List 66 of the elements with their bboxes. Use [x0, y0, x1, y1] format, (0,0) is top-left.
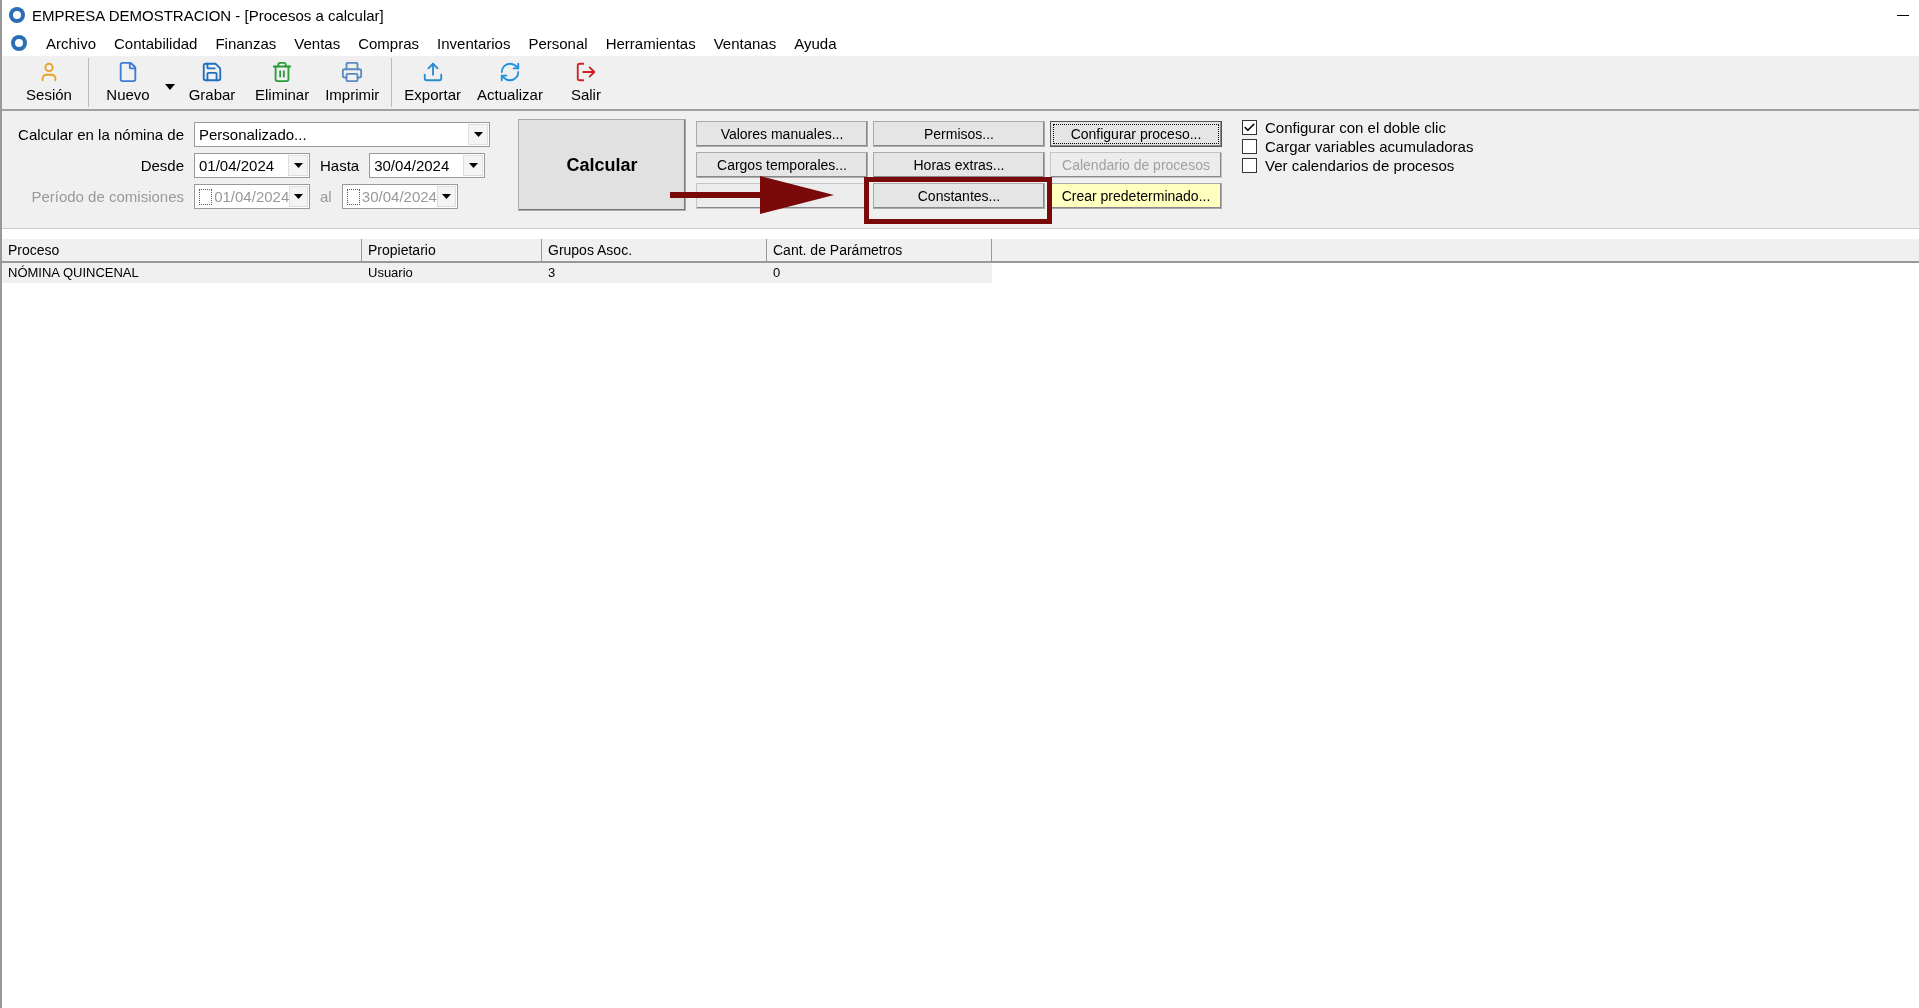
menu-item[interactable]: Herramientas	[605, 34, 696, 52]
checkbox[interactable]	[1242, 158, 1257, 173]
action-button[interactable]: Valores manuales...	[696, 121, 868, 147]
arrow-icon	[670, 176, 834, 214]
action-button[interactable]: Constantes...	[873, 183, 1045, 209]
checkbox-label: Ver calendarios de procesos	[1265, 157, 1455, 174]
save-icon	[201, 61, 223, 83]
menu-item[interactable]: Personal	[528, 34, 588, 52]
action-button[interactable]: Permisos...	[873, 121, 1045, 147]
refresh-icon	[498, 61, 521, 83]
toolbar-button[interactable]: Grabar	[179, 58, 245, 107]
table-cell-text: 3	[547, 264, 557, 282]
table-cell-text: 0	[772, 264, 782, 282]
toolbar-button[interactable]: Sesión	[16, 58, 82, 107]
app-logo-icon	[10, 34, 28, 52]
menu-item[interactable]: Contabilidad	[114, 34, 198, 52]
window-title: EMPRESA DEMOSTRACION - [Procesos a calcular]	[32, 6, 384, 24]
date-field[interactable]: 30/04/2024	[369, 153, 486, 178]
column-header[interactable]: Propietario	[362, 239, 542, 261]
checkbox-label: Cargar variables acumuladoras	[1265, 138, 1474, 155]
menu-item[interactable]: Finanzas	[215, 34, 277, 52]
exit-icon	[574, 61, 597, 83]
minimize-icon[interactable]	[1897, 14, 1909, 16]
action-button[interactable]: Crear predeterminado...	[1050, 183, 1222, 209]
dropdown-arrow-icon	[441, 194, 451, 199]
upload-icon	[421, 61, 444, 83]
dropdown-arrow-icon	[468, 163, 478, 168]
field-label: Desde	[139, 157, 184, 174]
payroll-dropdown[interactable]: Personalizado...	[194, 122, 490, 147]
dropdown-arrow-icon	[473, 132, 483, 137]
checkbox-label: Configurar con el doble clic	[1265, 119, 1446, 136]
field-label: Hasta	[320, 157, 360, 174]
field-label: al	[320, 188, 332, 205]
menu-item[interactable]: Ventanas	[713, 34, 777, 52]
table-cell-text: Usuario	[367, 264, 414, 282]
trash-icon	[271, 61, 294, 83]
dropdown-arrow-icon	[294, 194, 304, 199]
column-header[interactable]: Cant. de Parámetros	[767, 239, 992, 261]
menu-item[interactable]: Compras	[358, 34, 420, 52]
action-button[interactable]: Configurar proceso...	[1050, 121, 1222, 147]
dropdown-arrow-icon	[293, 163, 303, 168]
column-header[interactable]: Grupos Asoc.	[542, 239, 767, 261]
toolbar-button[interactable]: Nuevo	[95, 58, 161, 107]
menu-item[interactable]: Inventarios	[437, 34, 511, 52]
toolbar-button[interactable]: Salir	[552, 58, 619, 107]
table-cell-text: NÓMINA QUINCENAL	[7, 264, 140, 282]
column-header[interactable]: Proceso	[2, 239, 362, 261]
calculate-button[interactable]: Calcular	[518, 119, 686, 211]
menu-item[interactable]: Archivo	[46, 34, 97, 52]
date-field[interactable]: 01/04/2024	[194, 153, 310, 178]
document-icon	[117, 61, 139, 83]
toolbar-button[interactable]: Actualizar	[471, 58, 549, 107]
checkbox[interactable]	[1242, 139, 1257, 154]
field-label: Período de comisiones	[30, 188, 184, 205]
toolbar-button[interactable]: Eliminar	[249, 58, 316, 107]
caret-icon[interactable]	[165, 83, 175, 90]
app-logo-icon	[8, 6, 26, 24]
action-button[interactable]: Cargos temporales...	[696, 152, 868, 178]
printer-icon	[341, 61, 364, 83]
toolbar-button[interactable]: Exportar	[398, 58, 468, 107]
field-label: Calcular en la nómina de	[17, 126, 184, 143]
toolbar-button[interactable]: Imprimir	[319, 58, 386, 107]
checkbox[interactable]	[1242, 120, 1257, 135]
menu-item[interactable]: Ayuda	[794, 34, 837, 52]
action-button[interactable]: Horas extras...	[873, 152, 1045, 178]
menu-item[interactable]: Ventas	[294, 34, 341, 52]
